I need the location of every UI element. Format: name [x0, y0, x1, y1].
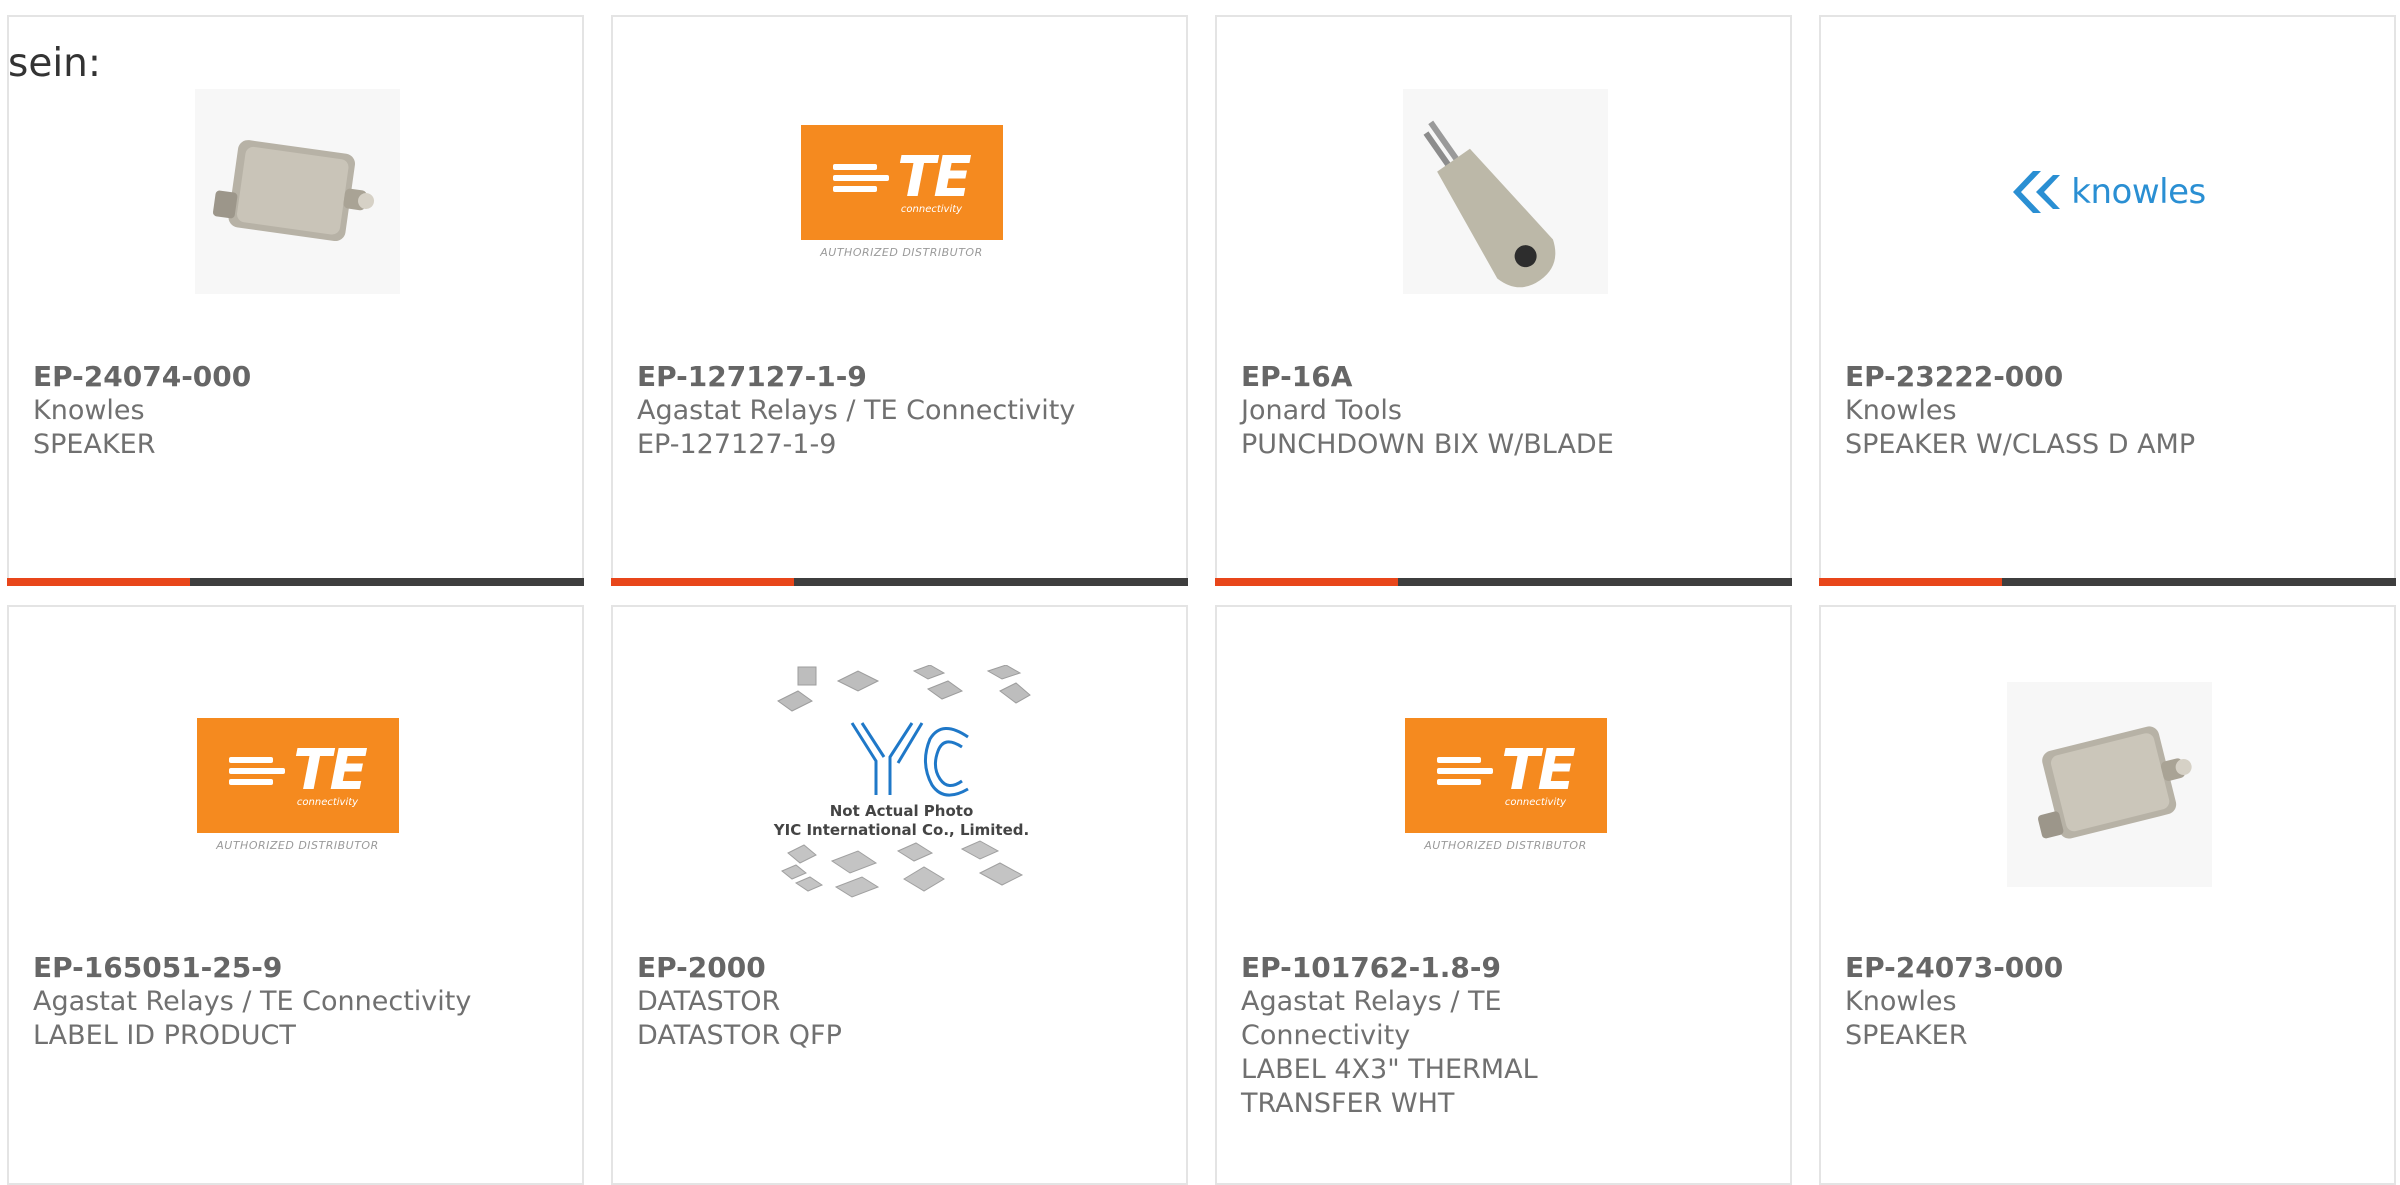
card-accent-bar — [1215, 578, 1398, 586]
part-number-link[interactable]: EP-101762-1.8-9 — [1241, 951, 1670, 985]
knowles-logo-word: knowles — [2071, 171, 2206, 212]
product-description: LABEL ID PRODUCT — [33, 1020, 296, 1051]
te-logo-sub: connectivity — [1504, 796, 1567, 808]
te-logo-icon: TE connectivity AUTHORIZED DISTRIBUTOR — [1403, 717, 1608, 852]
manufacturer-name: Agastat Relays / TE Connectivity — [1241, 986, 1502, 1051]
product-description: DATASTOR QFP — [637, 1020, 842, 1051]
product-card[interactable]: TE connectivity AUTHORIZED DISTRIBUTOR E… — [611, 15, 1188, 586]
product-description: SPEAKER W/CLASS D AMP — [1845, 429, 2196, 460]
te-authorized-label: AUTHORIZED DISTRIBUTOR — [1424, 838, 1587, 852]
speaker-photo-icon — [195, 89, 400, 294]
te-logo-word: TE — [897, 144, 971, 210]
part-number-link[interactable]: EP-24073-000 — [1845, 951, 2370, 985]
product-card[interactable]: Not Actual Photo YIC International Co., … — [611, 605, 1188, 1185]
knowles-chevron-icon — [2013, 170, 2061, 213]
part-number-link[interactable]: EP-2000 — [637, 951, 1162, 985]
manufacturer-name: Knowles — [1845, 986, 1957, 1017]
part-number-link[interactable]: EP-24074-000 — [33, 360, 558, 394]
card-footer-bar — [611, 578, 1188, 586]
product-image-te-logo[interactable]: TE connectivity AUTHORIZED DISTRIBUTOR — [195, 682, 400, 887]
product-card[interactable]: TE connectivity AUTHORIZED DISTRIBUTOR E… — [7, 605, 584, 1185]
product-card[interactable]: EP-24074-000 Knowles SPEAKER — [7, 15, 584, 586]
product-image-yic-placeholder[interactable]: Not Actual Photo YIC International Co., … — [769, 662, 1034, 907]
manufacturer-name: Knowles — [33, 395, 145, 426]
product-card[interactable]: EP-16A Jonard Tools PUNCHDOWN BIX W/BLAD… — [1215, 15, 1792, 586]
te-logo-icon: TE connectivity AUTHORIZED DISTRIBUTOR — [799, 124, 1004, 259]
speaker-photo-icon — [2007, 682, 2212, 887]
part-number-link[interactable]: EP-165051-25-9 — [33, 951, 558, 985]
part-number-link[interactable]: EP-127127-1-9 — [637, 360, 1162, 394]
product-card[interactable]: TE connectivity AUTHORIZED DISTRIBUTOR E… — [1215, 605, 1792, 1185]
manufacturer-name: Agastat Relays / TE Connectivity — [637, 395, 1076, 426]
manufacturer-name: Knowles — [1845, 395, 1957, 426]
product-description: SPEAKER — [33, 429, 156, 460]
chip-cluster-icon — [771, 664, 1032, 905]
card-footer-bar — [7, 578, 584, 586]
te-logo-word: TE — [293, 737, 367, 803]
card-accent-bar — [1819, 578, 2002, 586]
product-image-te-logo[interactable]: TE connectivity AUTHORIZED DISTRIBUTOR — [1403, 682, 1608, 887]
product-image-speaker[interactable] — [2007, 682, 2212, 887]
product-image-knowles-logo[interactable]: knowles — [2007, 89, 2212, 294]
knowles-logo-icon: knowles — [2013, 170, 2206, 213]
te-logo-word: TE — [1501, 737, 1575, 803]
product-image-te-logo[interactable]: TE connectivity AUTHORIZED DISTRIBUTOR — [799, 89, 1004, 294]
te-logo-sub: connectivity — [296, 796, 359, 808]
part-number-link[interactable]: EP-23222-000 — [1845, 360, 2370, 394]
card-accent-bar — [611, 578, 794, 586]
product-card[interactable]: EP-24073-000 Knowles SPEAKER — [1819, 605, 2396, 1185]
intro-text: sein: — [8, 41, 102, 86]
te-logo-icon: TE connectivity AUTHORIZED DISTRIBUTOR — [195, 717, 400, 852]
part-number-link[interactable]: EP-16A — [1241, 360, 1766, 394]
product-description: EP-127127-1-9 — [637, 429, 837, 460]
punchdown-tool-icon — [1403, 89, 1608, 294]
product-description: LABEL 4X3" THERMAL TRANSFER WHT — [1241, 1054, 1538, 1119]
yic-caption-line2: YIC International Co., Limited. — [773, 820, 1030, 839]
manufacturer-name: Jonard Tools — [1241, 395, 1402, 426]
card-footer-bar — [1215, 578, 1792, 586]
manufacturer-name: Agastat Relays / TE Connectivity — [33, 986, 472, 1017]
te-logo-sub: connectivity — [900, 203, 963, 215]
product-image-punchdown-tool[interactable] — [1403, 89, 1608, 294]
te-authorized-label: AUTHORIZED DISTRIBUTOR — [820, 245, 983, 259]
product-description: PUNCHDOWN BIX W/BLADE — [1241, 429, 1614, 460]
card-footer-bar — [1819, 578, 2396, 586]
product-grid: EP-24074-000 Knowles SPEAKER TE connecti… — [0, 0, 2400, 1185]
product-card[interactable]: knowles EP-23222-000 Knowles SPEAKER W/C… — [1819, 15, 2396, 586]
product-description: SPEAKER — [1845, 1020, 1968, 1051]
product-image-speaker[interactable] — [195, 89, 400, 294]
te-authorized-label: AUTHORIZED DISTRIBUTOR — [216, 838, 379, 852]
yic-caption-line1: Not Actual Photo — [829, 801, 974, 820]
yic-placeholder-icon: Not Actual Photo YIC International Co., … — [771, 664, 1032, 905]
card-accent-bar — [7, 578, 190, 586]
manufacturer-name: DATASTOR — [637, 986, 781, 1017]
